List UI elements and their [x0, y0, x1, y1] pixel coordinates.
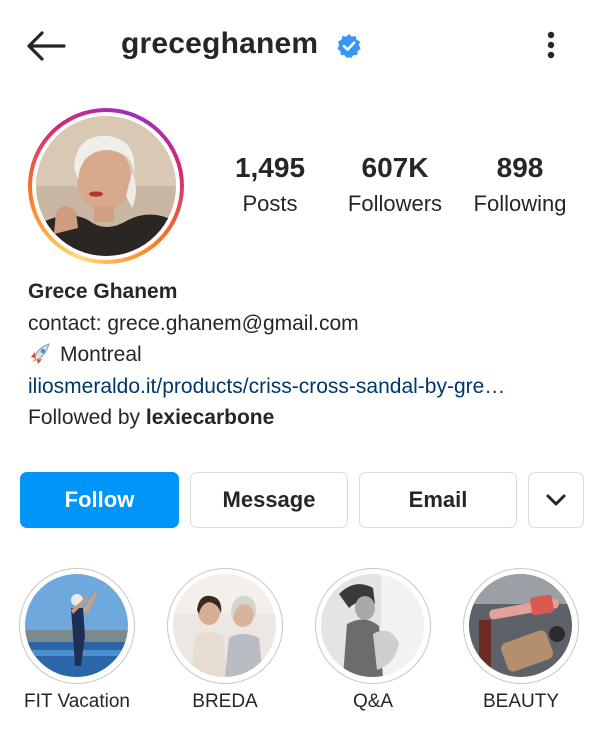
- highlight-label: Q&A: [352, 691, 394, 712]
- highlight-ring: [463, 568, 579, 684]
- profile-username: greceghanem: [121, 27, 319, 60]
- follow-button[interactable]: Follow: [20, 472, 179, 528]
- highlight-ring: [315, 568, 431, 684]
- posts-label: Posts: [242, 191, 298, 216]
- followed-by[interactable]: Followed by lexiecarbone: [28, 402, 588, 434]
- following-label: Following: [473, 191, 567, 216]
- highlight-image: [321, 574, 424, 677]
- following-value: 898: [496, 152, 544, 183]
- highlight-fit-vacation[interactable]: FIT Vacation: [17, 568, 137, 713]
- followed-by-prefix: Followed by: [28, 406, 146, 429]
- bio-website-link[interactable]: iliosmeraldo.it/products/criss-cross-san…: [28, 371, 573, 403]
- followed-by-user: lexiecarbone: [145, 406, 275, 429]
- following-count[interactable]: 898 Following: [464, 150, 576, 222]
- highlight-image: [469, 574, 572, 677]
- rocket-icon: [31, 343, 50, 364]
- highlight-label: BREDA: [192, 691, 258, 712]
- message-button[interactable]: Message: [190, 472, 348, 528]
- highlight-qa[interactable]: Q&A: [313, 568, 433, 713]
- back-button[interactable]: [22, 26, 70, 66]
- highlight-beauty[interactable]: BEAUTY: [461, 568, 581, 713]
- posts-value: 1,495: [234, 152, 306, 183]
- suggested-accounts-button[interactable]: [528, 472, 584, 528]
- avatar-image: [36, 116, 176, 256]
- email-button[interactable]: Email: [359, 472, 517, 528]
- posts-count[interactable]: 1,495 Posts: [222, 150, 318, 222]
- profile-header: greceghanem: [0, 0, 605, 92]
- location-text: Montreal: [60, 343, 142, 366]
- chevron-down-icon: [546, 494, 566, 506]
- highlight-image: [25, 574, 128, 677]
- arrow-left-icon: [27, 31, 66, 61]
- more-options-button[interactable]: [536, 26, 566, 66]
- profile-full-name: Grece Ghanem: [28, 280, 178, 303]
- highlight-ring: [167, 568, 283, 684]
- verified-badge-icon: [337, 34, 361, 59]
- bio-location: Montreal: [28, 339, 588, 371]
- followers-label: Followers: [347, 191, 443, 216]
- highlight-breda[interactable]: BREDA: [165, 568, 285, 713]
- followers-value: 607K: [361, 152, 429, 183]
- highlight-image: [173, 574, 276, 677]
- more-vertical-icon: [547, 31, 555, 59]
- profile-bio: Grece Ghanem contact: grece.ghanem@gmail…: [28, 276, 588, 434]
- profile-avatar[interactable]: [28, 108, 184, 264]
- highlight-label: FIT Vacation: [24, 691, 130, 712]
- highlight-ring: [19, 568, 135, 684]
- followers-count[interactable]: 607K Followers: [340, 150, 450, 222]
- bio-contact: contact: grece.ghanem@gmail.com: [28, 311, 359, 335]
- highlight-label: BEAUTY: [482, 691, 560, 712]
